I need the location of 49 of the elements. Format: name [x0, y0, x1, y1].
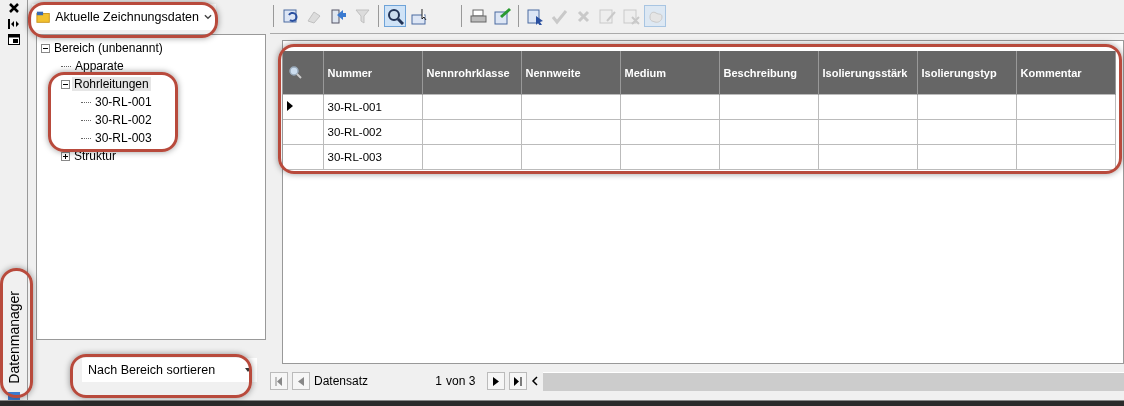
column-header[interactable]: Medium: [620, 51, 719, 95]
current-row-icon: [287, 101, 293, 111]
table-cell: 30-RL-002: [323, 119, 422, 145]
column-header[interactable]: Beschreibung: [719, 51, 818, 95]
search-icon[interactable]: [384, 5, 406, 27]
tree-item[interactable]: Apparate: [73, 59, 126, 73]
scrollbar[interactable]: [543, 371, 1124, 391]
collapse-icon[interactable]: [41, 43, 50, 53]
panel-icon[interactable]: [7, 34, 20, 45]
column-header[interactable]: Nummer: [323, 51, 422, 95]
expand-icon[interactable]: [61, 151, 70, 161]
view-dropdown[interactable]: Aktuelle Zeichnungsdaten: [32, 4, 216, 30]
tree-item[interactable]: 30-RL-002: [93, 113, 154, 127]
next-record-button[interactable]: [487, 372, 506, 390]
collapse-icon[interactable]: [61, 79, 70, 89]
first-record-button[interactable]: [270, 372, 288, 390]
tree-item[interactable]: Bereich (unbenannt): [52, 41, 165, 55]
tree-item[interactable]: 30-RL-003: [93, 131, 154, 145]
resize-icon[interactable]: [7, 18, 20, 30]
tree-item[interactable]: 30-RL-001: [93, 95, 154, 109]
column-header[interactable]: Isolierungstyp: [917, 51, 1016, 95]
folder-icon: [36, 10, 51, 24]
column-header[interactable]: Isolierungsstärk: [818, 51, 917, 95]
record-total: von 3: [446, 374, 476, 388]
skip-start-icon: [275, 376, 283, 386]
tree-item[interactable]: Rohrleitungen: [72, 77, 151, 91]
sort-dropdown[interactable]: Nach Bereich sortieren: [82, 358, 257, 382]
export-icon[interactable]: [491, 5, 513, 27]
table-cell: 30-RL-003: [323, 144, 422, 170]
column-header[interactable]: Kommentar: [1016, 51, 1115, 95]
record-position[interactable]: 1: [402, 374, 443, 388]
search-icon[interactable]: [287, 63, 303, 80]
skip-end-icon: [514, 376, 523, 386]
record-label: Datensatz: [314, 374, 369, 388]
row-header[interactable]: [283, 94, 323, 120]
chevron-icon: [204, 14, 212, 20]
previous-record-button[interactable]: [292, 372, 310, 390]
column-header[interactable]: [283, 51, 323, 95]
caret-icon: [245, 368, 251, 372]
panel-title: Datenmanager: [5, 291, 22, 384]
triangle-right-icon: [493, 376, 500, 386]
table-cell: 30-RL-001: [323, 94, 422, 120]
scroll-left-icon[interactable]: [531, 376, 540, 386]
column-header[interactable]: Nennweite: [521, 51, 620, 95]
close-icon[interactable]: [7, 2, 20, 14]
triangle-left-icon: [298, 376, 304, 386]
column-header[interactable]: Nennrohrklasse: [422, 51, 521, 95]
last-record-button[interactable]: [509, 372, 528, 390]
tree-item[interactable]: Struktur: [72, 149, 118, 163]
